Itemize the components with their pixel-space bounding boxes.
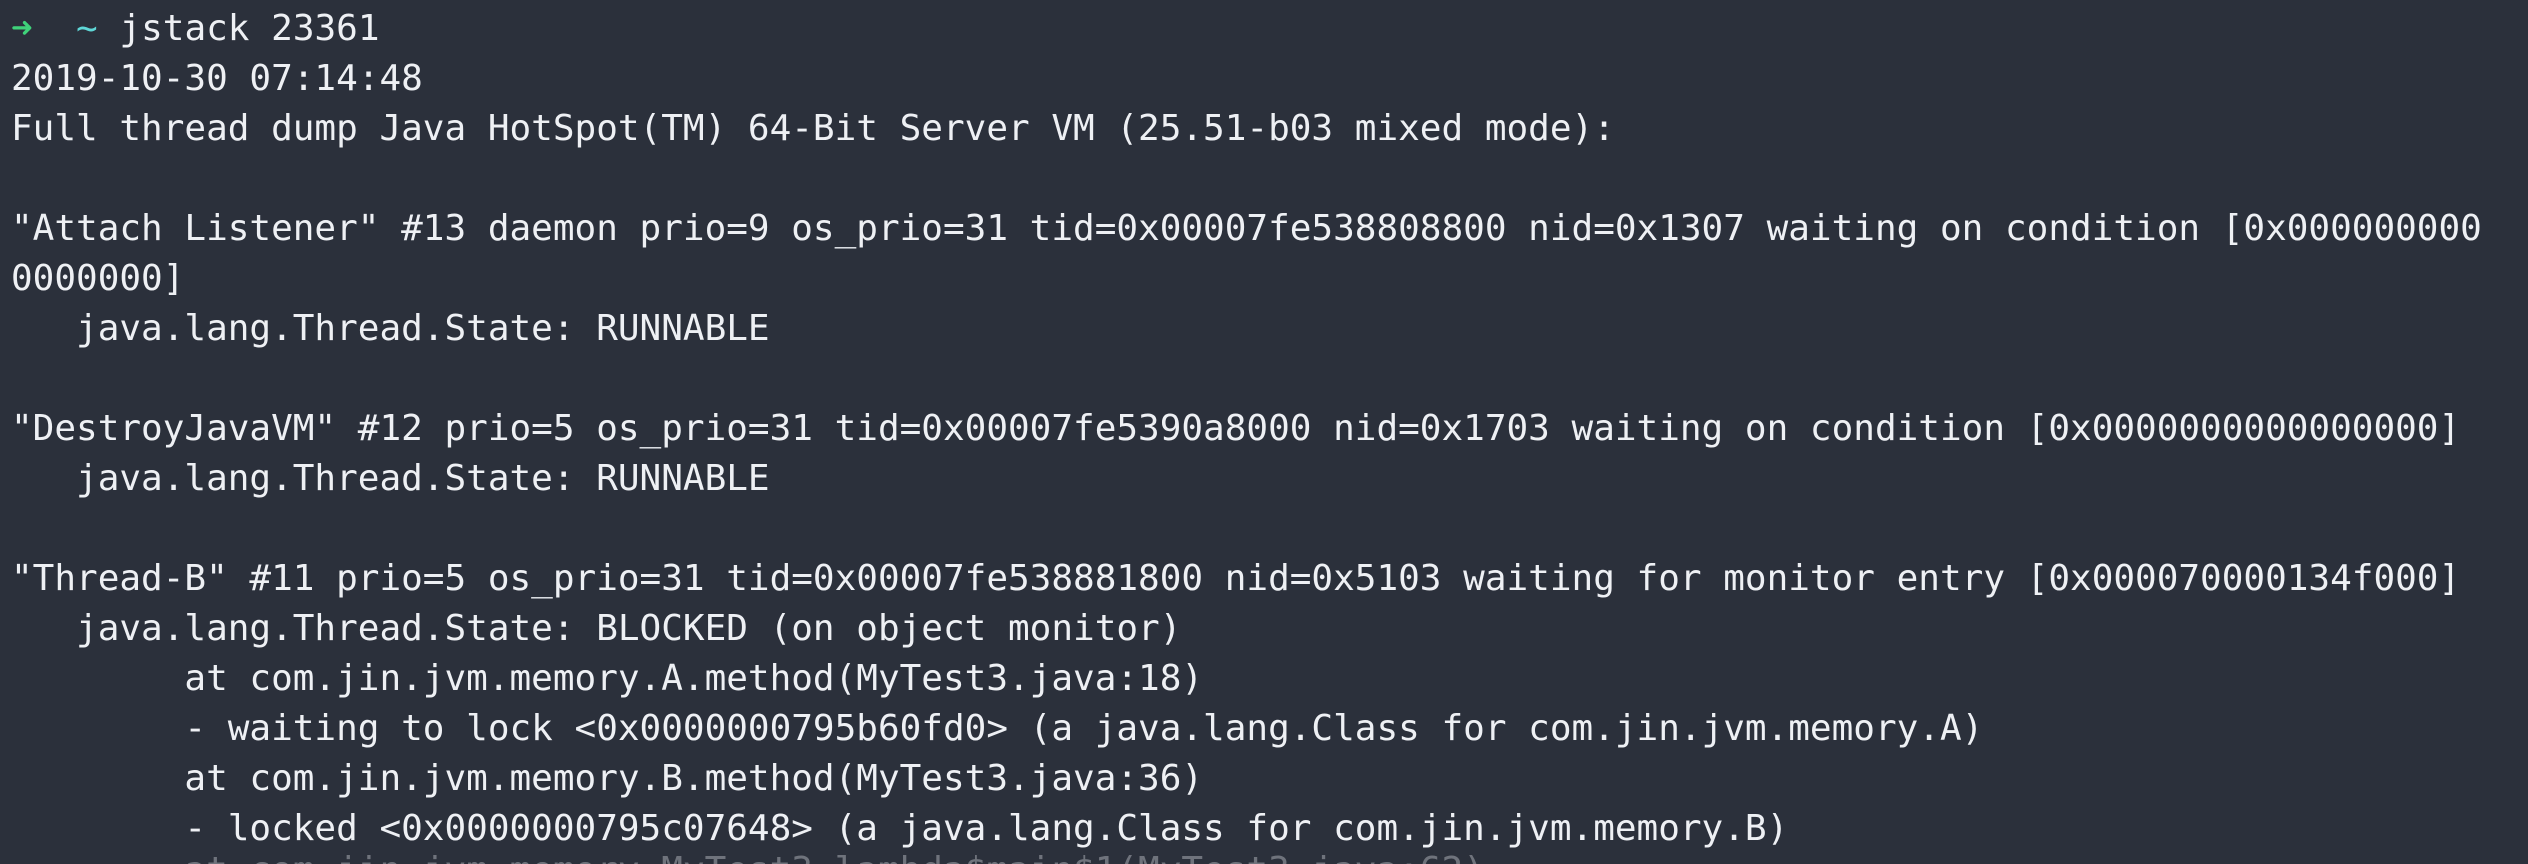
thread-b-waiting-lock: - waiting to lock <0x0000000795b60fd0> (… bbox=[11, 708, 1984, 749]
thread-attach-listener-line: "Attach Listener" #13 daemon prio=9 os_p… bbox=[11, 208, 2482, 249]
thread-destroy-java-vm-state: java.lang.Thread.State: RUNNABLE bbox=[11, 458, 770, 499]
prompt-line: ➜ ~ jstack 23361 bbox=[11, 4, 380, 54]
terminal-window[interactable]: ➜ ~ jstack 23361 2019-10-30 07:14:48 Ful… bbox=[0, 0, 2528, 864]
thread-b-frame-b: at com.jin.jvm.memory.B.method(MyTest3.j… bbox=[11, 758, 1204, 799]
thread-b-frame-a: at com.jin.jvm.memory.A.method(MyTest3.j… bbox=[11, 658, 1204, 699]
prompt-command: jstack 23361 bbox=[119, 8, 380, 49]
thread-b-state: java.lang.Thread.State: BLOCKED (on obje… bbox=[11, 608, 1182, 649]
dump-header: Full thread dump Java HotSpot(TM) 64-Bit… bbox=[11, 108, 1615, 149]
prompt-arrow-icon: ➜ bbox=[11, 8, 33, 49]
prompt-cwd: ~ bbox=[76, 8, 98, 49]
thread-destroy-java-vm-line: "DestroyJavaVM" #12 prio=5 os_prio=31 ti… bbox=[11, 408, 2461, 449]
thread-attach-listener-state: java.lang.Thread.State: RUNNABLE bbox=[11, 308, 770, 349]
dump-timestamp: 2019-10-30 07:14:48 bbox=[11, 58, 423, 99]
thread-b-frame-cut: at com.jin.jvm.memory.MyTest3.lambda$mai… bbox=[11, 846, 1484, 864]
thread-attach-listener-wrap: 0000000] bbox=[11, 258, 185, 299]
thread-b-line: "Thread-B" #11 prio=5 os_prio=31 tid=0x0… bbox=[11, 558, 2461, 599]
